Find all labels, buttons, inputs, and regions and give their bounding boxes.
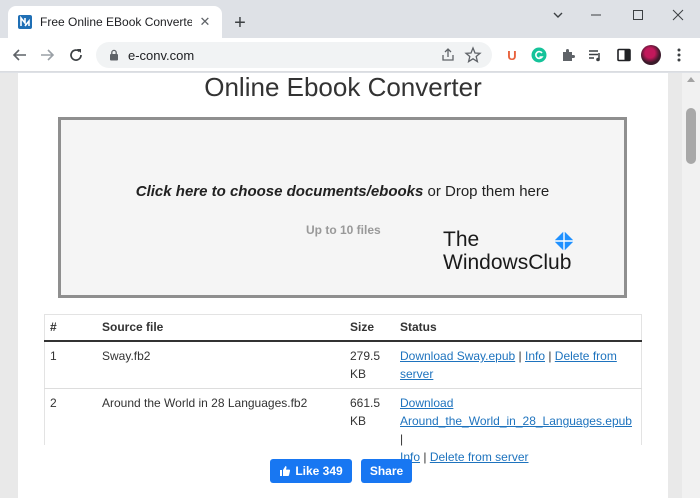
minimize-icon[interactable] (574, 0, 618, 30)
page-title: Online Ebook Converter (204, 73, 482, 102)
more-menu-icon[interactable] (670, 46, 688, 64)
row-number: 1 (44, 340, 96, 389)
tab-active[interactable]: Free Online EBook Converter (MO ✕ (8, 6, 222, 38)
file-dropzone[interactable]: Click here to choose documents/ebooks or… (58, 117, 627, 298)
download-link[interactable]: Download Sway.epub (400, 349, 515, 363)
table-row: 1 Sway.fb2 279.5 KB Download Sway.epub |… (44, 340, 642, 389)
site-favicon-icon (18, 15, 32, 29)
info-link[interactable]: Info (525, 349, 545, 363)
profile-avatar[interactable] (641, 45, 661, 65)
bookmark-star-icon[interactable] (464, 46, 482, 64)
reload-icon[interactable] (64, 43, 88, 67)
col-header-status: Status (394, 314, 642, 342)
scroll-up-arrow-icon[interactable] (687, 77, 695, 82)
watermark-line2: WindowsClub (443, 251, 572, 274)
tab-close-icon[interactable]: ✕ (196, 13, 214, 31)
media-queue-icon[interactable] (586, 46, 604, 64)
row-source-file: Sway.fb2 (96, 340, 344, 389)
drop-hint: or Drop them here (423, 183, 550, 200)
extensions-puzzle-icon[interactable] (559, 46, 577, 64)
col-header-source: Source file (96, 314, 344, 342)
table-header-row: # Source file Size Status (44, 314, 642, 342)
tab-strip: Free Online EBook Converter (MO ✕ + (0, 0, 700, 38)
dropzone-instructions[interactable]: Click here to choose documents/ebooks or… (61, 183, 624, 200)
download-link[interactable]: Download (400, 396, 453, 410)
thumbs-up-icon (280, 466, 291, 476)
delete-link[interactable]: Delete from server (430, 450, 529, 464)
back-arrow-icon[interactable] (8, 43, 32, 67)
url-text: e-conv.com (128, 47, 195, 63)
col-header-size: Size (344, 314, 394, 342)
choose-files-link[interactable]: Click here to choose documents/ebooks (136, 183, 424, 200)
share-icon[interactable] (440, 47, 456, 63)
new-tab-icon[interactable]: + (229, 12, 251, 34)
download-filename-link[interactable]: Around_the_World_in_28_Languages.epub (400, 414, 632, 428)
tab-title: Free Online EBook Converter (MO (40, 15, 192, 29)
browser-toolbar: e-conv.com U (0, 38, 700, 72)
facebook-like-button[interactable]: Like 349 (270, 459, 352, 483)
scrollbar[interactable] (682, 73, 700, 498)
forward-arrow-icon[interactable] (35, 43, 59, 67)
address-bar[interactable]: e-conv.com (96, 42, 492, 68)
row-size: 279.5 KB (344, 340, 394, 389)
side-panel-icon[interactable] (615, 46, 633, 64)
page-viewport: Online Ebook Converter Click here to cho… (0, 73, 700, 498)
grammarly-icon[interactable] (530, 46, 548, 64)
extension-u-icon[interactable]: U (503, 46, 521, 64)
maximize-icon[interactable] (616, 0, 660, 30)
row-status: Download Around_the_World_in_28_Languages… (394, 388, 642, 471)
file-limit-text: Up to 10 files (306, 223, 381, 237)
row-number: 2 (44, 388, 96, 471)
page-content: Online Ebook Converter Click here to cho… (18, 73, 668, 498)
scroll-thumb[interactable] (686, 108, 696, 164)
window-close-icon[interactable] (656, 0, 700, 30)
col-header-number: # (44, 314, 96, 342)
like-count: Like 349 (295, 464, 343, 478)
facebook-share-button[interactable]: Share (361, 459, 412, 483)
watermark: The WindowsClub (443, 228, 574, 274)
row-status: Download Sway.epub | Info | Delete from … (394, 340, 642, 389)
windows-logo-icon (554, 231, 574, 251)
files-table: # Source file Size Status 1 Sway.fb2 279… (44, 314, 642, 471)
lock-icon[interactable] (108, 49, 120, 61)
